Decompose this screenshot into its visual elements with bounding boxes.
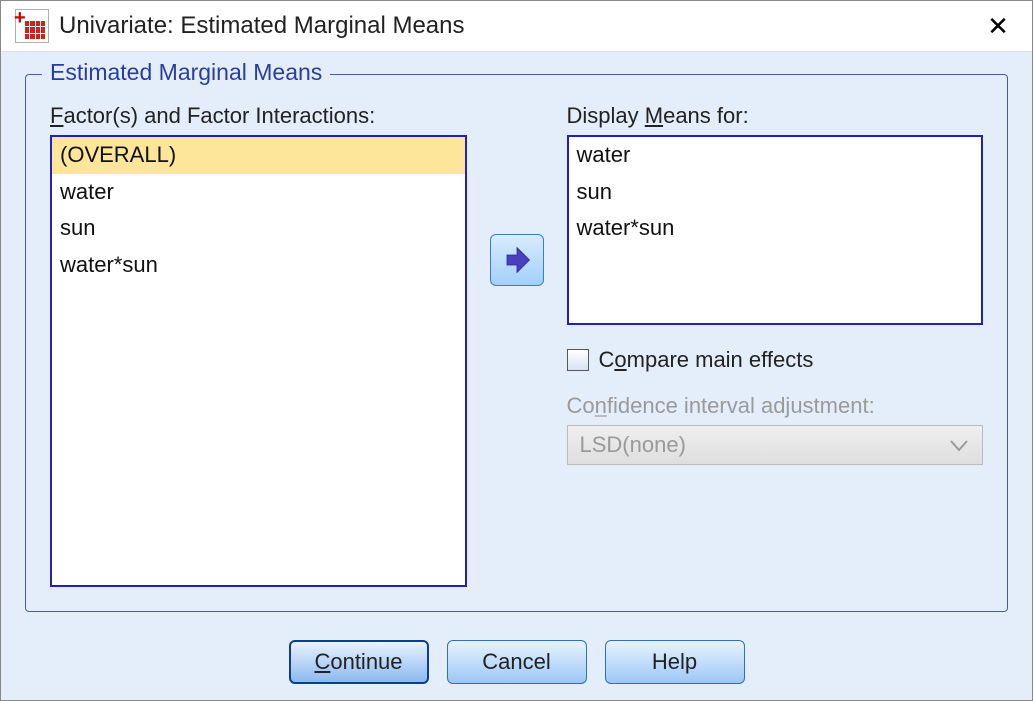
cancel-button[interactable]: Cancel: [447, 640, 587, 684]
list-item[interactable]: sun: [52, 210, 465, 247]
display-means-label: Display Means for:: [567, 103, 984, 129]
ci-adjustment-dropdown: LSD(none): [567, 425, 984, 465]
list-item[interactable]: water*sun: [569, 210, 982, 247]
help-button[interactable]: Help: [605, 640, 745, 684]
ci-adjustment-label: Confidence interval adjustment:: [567, 393, 984, 419]
arrow-right-icon: [502, 245, 532, 275]
display-means-listbox[interactable]: water sun water*sun: [567, 135, 984, 325]
list-item[interactable]: sun: [569, 174, 982, 211]
compare-main-effects-label: Compare main effects: [599, 347, 814, 373]
fieldset-legend: Estimated Marginal Means: [42, 59, 330, 86]
list-item[interactable]: water: [569, 137, 982, 174]
dialog-title: Univariate: Estimated Marginal Means: [59, 12, 978, 40]
close-button[interactable]: ✕: [978, 11, 1018, 42]
list-item[interactable]: (OVERALL): [52, 137, 465, 174]
factors-listbox[interactable]: (OVERALL) water sun water*sun: [50, 135, 467, 587]
move-right-button[interactable]: [490, 234, 544, 286]
titlebar: + Univariate: Estimated Marginal Means ✕: [1, 1, 1032, 52]
app-icon: +: [15, 9, 49, 43]
factors-label: Factor(s) and Factor Interactions:: [50, 103, 467, 129]
close-icon: ✕: [987, 11, 1009, 41]
list-item[interactable]: water: [52, 174, 465, 211]
continue-button[interactable]: Continue: [289, 640, 429, 684]
chevron-down-icon: [950, 432, 968, 458]
compare-main-effects-checkbox[interactable]: [567, 349, 589, 371]
list-item[interactable]: water*sun: [52, 247, 465, 284]
